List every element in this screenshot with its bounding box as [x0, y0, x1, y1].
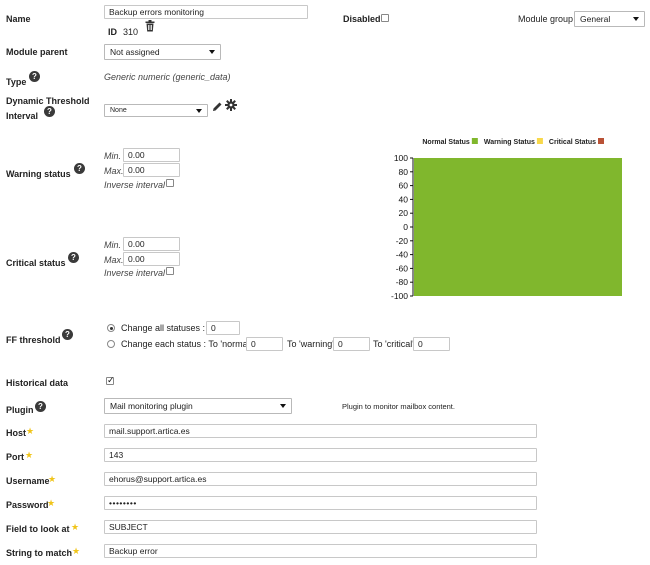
y-tick-label: 20	[399, 208, 409, 218]
legend-label-warning-status: Warning Status	[484, 139, 535, 146]
ff-threshold-label: FF threshold	[6, 335, 61, 345]
critical-inverse-checkbox[interactable]	[166, 267, 174, 275]
name-label: Name	[6, 14, 31, 24]
password-input[interactable]	[104, 496, 537, 510]
trash-icon[interactable]	[145, 20, 155, 32]
host-label: Host	[6, 428, 26, 438]
legend-swatch-normal-status	[471, 138, 478, 144]
legend-label-critical-status: Critical Status	[549, 139, 596, 146]
username-label: Username	[6, 476, 50, 486]
port-input[interactable]	[104, 448, 537, 462]
y-tick-label: 40	[399, 194, 409, 204]
pencil-icon[interactable]	[212, 101, 223, 112]
password-label: Password	[6, 500, 49, 510]
id-value: 310	[123, 27, 139, 37]
module-parent-value: Not assigned	[110, 47, 160, 57]
y-tick-label: -60	[396, 263, 409, 273]
legend-swatch-warning-status	[536, 138, 543, 144]
y-tick-label: -20	[396, 236, 409, 246]
plugin-select[interactable]: Mail monitoring plugin	[104, 398, 292, 414]
plugin-value: Mail monitoring plugin	[110, 401, 193, 411]
disabled-label: Disabled	[343, 14, 381, 24]
critical-status-label: Critical status	[6, 258, 66, 268]
chevron-down-icon	[280, 404, 286, 408]
field-to-look-at-label: Field to look at	[6, 524, 70, 534]
ff-all-input[interactable]	[206, 321, 240, 335]
disabled-checkbox[interactable]	[381, 14, 389, 22]
warning-status-label: Warning status	[6, 169, 71, 179]
y-tick-label: -80	[396, 277, 409, 287]
warning-inverse-label: Inverse interval	[104, 180, 166, 190]
y-tick-label: 80	[399, 167, 409, 177]
name-input[interactable]	[104, 5, 308, 19]
critical-max-input[interactable]	[123, 252, 180, 266]
module-parent-select[interactable]: Not assigned	[104, 44, 221, 60]
band-normal	[414, 158, 622, 296]
ff-normal-input[interactable]	[246, 337, 283, 351]
string-to-match-input[interactable]	[104, 544, 537, 558]
module-group-select[interactable]: General	[574, 11, 645, 27]
module-parent-label: Module parent	[6, 47, 68, 57]
critical-max-label: Max.	[104, 255, 124, 265]
required-star-icon: ★	[48, 474, 57, 484]
required-star-icon: ★	[71, 522, 80, 532]
critical-min-input[interactable]	[123, 237, 180, 251]
ff-critical-label: To 'critical'	[373, 339, 414, 349]
required-star-icon: ★	[26, 426, 35, 436]
help-icon[interactable]: ?	[74, 163, 85, 174]
plugin-description: Plugin to monitor mailbox content.	[342, 402, 455, 411]
y-tick-label: 60	[399, 181, 409, 191]
string-to-match-label: String to match	[6, 548, 73, 558]
ff-each-radio[interactable]	[107, 340, 115, 348]
module-group-label: Module group	[518, 14, 574, 24]
module-group-value: General	[580, 14, 611, 24]
legend-swatch-critical-status	[598, 138, 604, 144]
required-star-icon: ★	[72, 546, 81, 556]
gear-icon[interactable]	[225, 99, 237, 111]
chevron-down-icon	[196, 109, 202, 113]
y-tick-label: -100	[391, 291, 408, 301]
field-to-look-at-input[interactable]	[104, 520, 537, 534]
chevron-down-icon	[209, 50, 215, 54]
dynamic-threshold-label: Dynamic Threshold	[6, 96, 90, 106]
ff-warning-input[interactable]	[333, 337, 370, 351]
plugin-label: Plugin	[6, 405, 34, 415]
y-tick-label: 0	[403, 222, 408, 232]
username-input[interactable]	[104, 472, 537, 486]
warning-max-label: Max.	[104, 166, 124, 176]
ff-all-radio[interactable]	[107, 324, 115, 332]
host-input[interactable]	[104, 424, 537, 438]
ff-critical-input[interactable]	[413, 337, 450, 351]
type-label: Type	[6, 77, 27, 87]
historical-data-checkbox[interactable]	[106, 375, 115, 386]
required-star-icon: ★	[47, 498, 56, 508]
id-label: ID	[108, 27, 117, 37]
type-value: Generic numeric (generic_data)	[104, 72, 231, 82]
y-tick-label: 100	[394, 153, 408, 163]
help-icon[interactable]: ?	[29, 71, 40, 82]
help-icon[interactable]: ?	[62, 329, 73, 340]
historical-data-label: Historical data	[6, 378, 69, 388]
dynamic-threshold-select[interactable]: None	[104, 104, 208, 117]
warning-min-label: Min.	[104, 151, 122, 161]
help-icon[interactable]: ?	[68, 252, 79, 263]
ff-all-label: Change all statuses :	[121, 323, 206, 333]
required-star-icon: ★	[25, 450, 34, 460]
warning-inverse-checkbox[interactable]	[166, 179, 174, 187]
y-tick-label: -40	[396, 250, 409, 260]
port-label: Port	[6, 452, 24, 462]
status-chart: Critical Status Warning Status Normal Stat…	[391, 138, 622, 301]
help-icon[interactable]: ?	[44, 106, 55, 117]
critical-inverse-label: Inverse interval	[104, 268, 166, 278]
dynamic-threshold-label-2: Interval	[6, 111, 39, 121]
warning-min-input[interactable]	[123, 148, 180, 162]
dynamic-threshold-value: None	[110, 107, 127, 114]
legend-label-normal-status: Normal Status	[422, 139, 470, 146]
ff-each-label: Change each status : To 'normal'	[121, 339, 252, 349]
help-icon[interactable]: ?	[35, 401, 46, 412]
chevron-down-icon	[633, 17, 639, 21]
warning-max-input[interactable]	[123, 163, 180, 177]
ff-warning-label: To 'warning'	[287, 339, 334, 349]
critical-min-label: Min.	[104, 240, 122, 250]
